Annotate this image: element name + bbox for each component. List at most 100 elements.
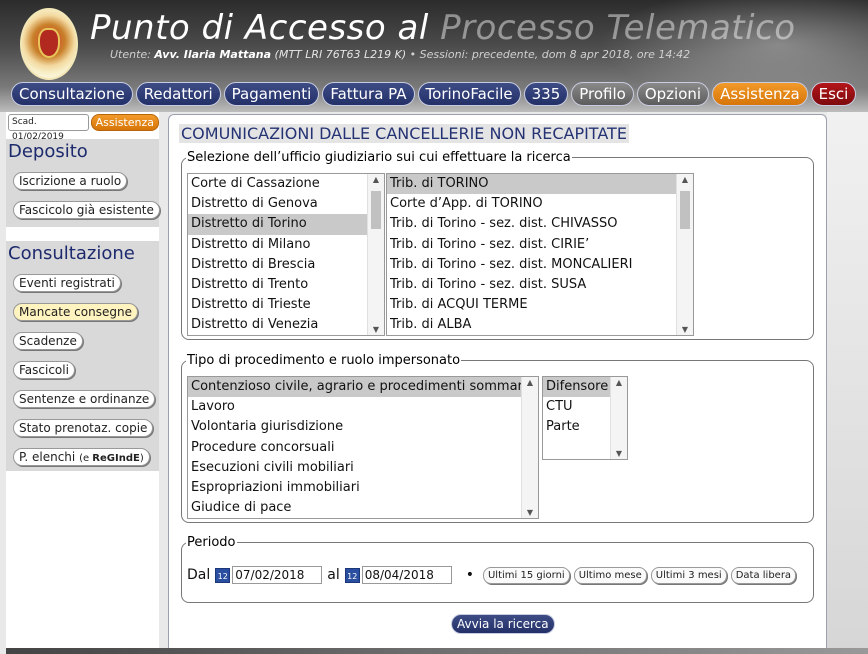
footer-strip xyxy=(6,648,868,654)
district-scrollbar[interactable]: ▲ ▼ xyxy=(367,174,384,335)
scroll-up-icon[interactable]: ▲ xyxy=(611,378,627,387)
office-options: Trib. di TORINO Corte d’App. di TORINO Tri… xyxy=(387,174,693,335)
user-code: (MTT LRI 76T63 L219 K) xyxy=(271,48,407,61)
procedure-listbox[interactable]: Contenzioso civile, agrario e procedimen… xyxy=(187,376,539,519)
sidebar-item-eventi-registrati[interactable]: Eventi registrati xyxy=(13,274,121,292)
district-option[interactable]: Distretto di Milano xyxy=(188,235,384,255)
sidebar: Scad. 01/02/2019 Assistenza Deposito Isc… xyxy=(6,112,160,654)
procedure-option[interactable]: Esecuzioni civili mobiliari xyxy=(188,458,538,478)
app-title-faded: Processo Telematico xyxy=(428,8,796,48)
scroll-thumb[interactable] xyxy=(680,191,690,229)
office-option[interactable]: Trib. di ALBA xyxy=(387,315,693,335)
scroll-down-icon[interactable]: ▼ xyxy=(522,508,538,517)
sidebar-item-pubblici-elenchi[interactable]: P. elenchi (e ReGIndE) xyxy=(13,448,150,466)
nav-335[interactable]: 335 xyxy=(523,82,569,106)
elenchi-regind: ReGIndE xyxy=(92,453,140,464)
free-date-button[interactable]: Data libera xyxy=(730,566,797,584)
scroll-down-icon[interactable]: ▼ xyxy=(368,325,384,334)
separator-bullet: • xyxy=(465,567,474,583)
district-option[interactable]: Distretto di Venezia xyxy=(188,315,384,335)
office-option[interactable]: Corte d’App. di TORINO xyxy=(387,194,693,214)
nav-esci[interactable]: Esci xyxy=(810,82,857,106)
to-date-input[interactable] xyxy=(361,566,452,584)
scroll-up-icon[interactable]: ▲ xyxy=(368,175,384,184)
procedure-type-legend: Tipo di procedimento e ruolo impersonato xyxy=(187,353,461,368)
district-option[interactable]: Corte di Cassazione xyxy=(188,174,384,194)
app-title-main: Punto di Accesso al xyxy=(90,8,429,48)
sidebar-section-deposito: Deposito Iscrizione a ruolo Fascicolo gi… xyxy=(6,139,160,227)
top-navigation: Consultazione Redattori Pagamenti Fattur… xyxy=(11,82,857,106)
nav-consultazione[interactable]: Consultazione xyxy=(11,82,133,106)
sidebar-item-fascicoli[interactable]: Fascicoli xyxy=(13,361,75,379)
expiry-badge: Scad. 01/02/2019 xyxy=(8,114,89,142)
district-listbox[interactable]: Corte di Cassazione Distretto di Genova Di… xyxy=(187,173,385,336)
start-search-button[interactable]: Avvia la ricerca xyxy=(451,614,555,634)
nav-torinofacile[interactable]: TorinoFacile xyxy=(417,82,521,106)
nav-pagamenti[interactable]: Pagamenti xyxy=(223,82,320,106)
sidebar-item-stato-prenotaz-copie[interactable]: Stato prenotaz. copie xyxy=(13,419,154,437)
role-scrollbar[interactable]: ▲ ▼ xyxy=(610,377,627,459)
last-15-days-button[interactable]: Ultimi 15 giorni xyxy=(482,566,570,584)
office-option[interactable]: Trib. di Torino - sez. dist. MONCALIERI xyxy=(387,255,693,275)
procedure-scrollbar[interactable]: ▲ ▼ xyxy=(521,377,538,518)
office-option[interactable]: Trib. di Torino - sez. dist. CIRIE’ xyxy=(387,235,693,255)
to-label: al xyxy=(327,567,340,583)
last-3-months-button[interactable]: Ultimi 3 mesi xyxy=(650,566,727,584)
district-option[interactable]: Distretto di Brescia xyxy=(188,255,384,275)
last-month-button[interactable]: Ultimo mese xyxy=(573,566,647,584)
sidebar-title-deposito: Deposito xyxy=(8,141,88,162)
district-option[interactable]: Distretto di Torino xyxy=(188,214,384,235)
sidebar-item-mancate-consegne[interactable]: Mancate consegne xyxy=(13,303,138,321)
page-title: COMUNICAZIONI DALLE CANCELLERIE NON RECA… xyxy=(179,124,629,143)
sidebar-item-sentenze-ordinanze[interactable]: Sentenze e ordinanze xyxy=(13,390,156,408)
calendar-icon[interactable]: 12 xyxy=(215,567,231,583)
elenchi-small: (e xyxy=(79,453,93,464)
district-option[interactable]: Distretto di Trieste xyxy=(188,295,384,315)
role-listbox[interactable]: Difensore CTU Parte ▲ ▼ xyxy=(542,376,628,460)
scroll-down-icon[interactable]: ▼ xyxy=(611,449,627,458)
district-options: Corte di Cassazione Distretto di Genova Di… xyxy=(188,174,384,335)
calendar-icon[interactable]: 12 xyxy=(344,567,360,583)
office-scrollbar[interactable]: ▲ ▼ xyxy=(676,174,693,335)
office-listbox[interactable]: Trib. di TORINO Corte d’App. di TORINO Tri… xyxy=(386,173,694,336)
torino-coat-of-arms-logo xyxy=(20,8,78,80)
office-selection-legend: Selezione dell’ufficio giudiziario sui c… xyxy=(187,150,571,165)
from-date-input[interactable] xyxy=(232,566,323,584)
session-info: • Sessioni: precedente, dom 8 apr 2018, … xyxy=(406,48,691,61)
district-option[interactable]: Distretto di Trento xyxy=(188,275,384,295)
scroll-up-icon[interactable]: ▲ xyxy=(522,378,538,387)
procedure-option[interactable]: Procedure concorsuali xyxy=(188,438,538,458)
office-option[interactable]: Trib. di Torino - sez. dist. SUSA xyxy=(387,275,693,295)
nav-assistenza[interactable]: Assistenza xyxy=(712,82,808,106)
decorative-right-border xyxy=(827,112,868,654)
office-option[interactable]: Trib. di ACQUI TERME xyxy=(387,295,693,315)
nav-fattura-pa[interactable]: Fattura PA xyxy=(322,82,415,106)
office-option[interactable]: Trib. di Torino - sez. dist. CHIVASSO xyxy=(387,214,693,234)
user-prefix: Utente: xyxy=(110,48,155,61)
sidebar-item-scadenze[interactable]: Scadenze xyxy=(13,332,83,350)
procedure-option[interactable]: Volontaria giurisdizione xyxy=(188,417,538,437)
elenchi-prefix: P. elenchi xyxy=(19,450,80,464)
from-label: Dal xyxy=(187,567,211,583)
office-option[interactable]: Trib. di TORINO xyxy=(387,174,693,195)
nav-profilo[interactable]: Profilo xyxy=(571,82,634,106)
sidebar-item-iscrizione-a-ruolo[interactable]: Iscrizione a ruolo xyxy=(13,172,128,190)
district-option[interactable]: Distretto di Genova xyxy=(188,194,384,214)
app-title: Punto di Accesso al Processo Telematico xyxy=(90,8,796,48)
sidebar-title-consultazione: Consultazione xyxy=(8,243,135,264)
elenchi-suffix: ) xyxy=(139,453,144,464)
scroll-down-icon[interactable]: ▼ xyxy=(677,325,693,334)
nav-redattori[interactable]: Redattori xyxy=(135,82,221,106)
sidebar-section-consultazione: Consultazione Eventi registrati Mancate … xyxy=(6,241,159,471)
scroll-up-icon[interactable]: ▲ xyxy=(677,175,693,184)
user-info: Utente: Avv. Ilaria Mattana (MTT LRI 76T… xyxy=(110,48,690,61)
nav-opzioni[interactable]: Opzioni xyxy=(636,82,710,106)
procedure-option[interactable]: Contenzioso civile, agrario e procedimen… xyxy=(188,377,538,398)
procedure-options: Contenzioso civile, agrario e procedimen… xyxy=(188,377,538,518)
procedure-option[interactable]: Giudice di pace xyxy=(188,498,538,518)
procedure-option[interactable]: Espropriazioni immobiliari xyxy=(188,478,538,498)
scroll-thumb[interactable] xyxy=(371,191,381,229)
procedure-option[interactable]: Lavoro xyxy=(188,397,538,417)
assistenza-badge-button[interactable]: Assistenza xyxy=(90,114,159,131)
sidebar-item-fascicolo-esistente[interactable]: Fascicolo già esistente xyxy=(13,201,160,219)
